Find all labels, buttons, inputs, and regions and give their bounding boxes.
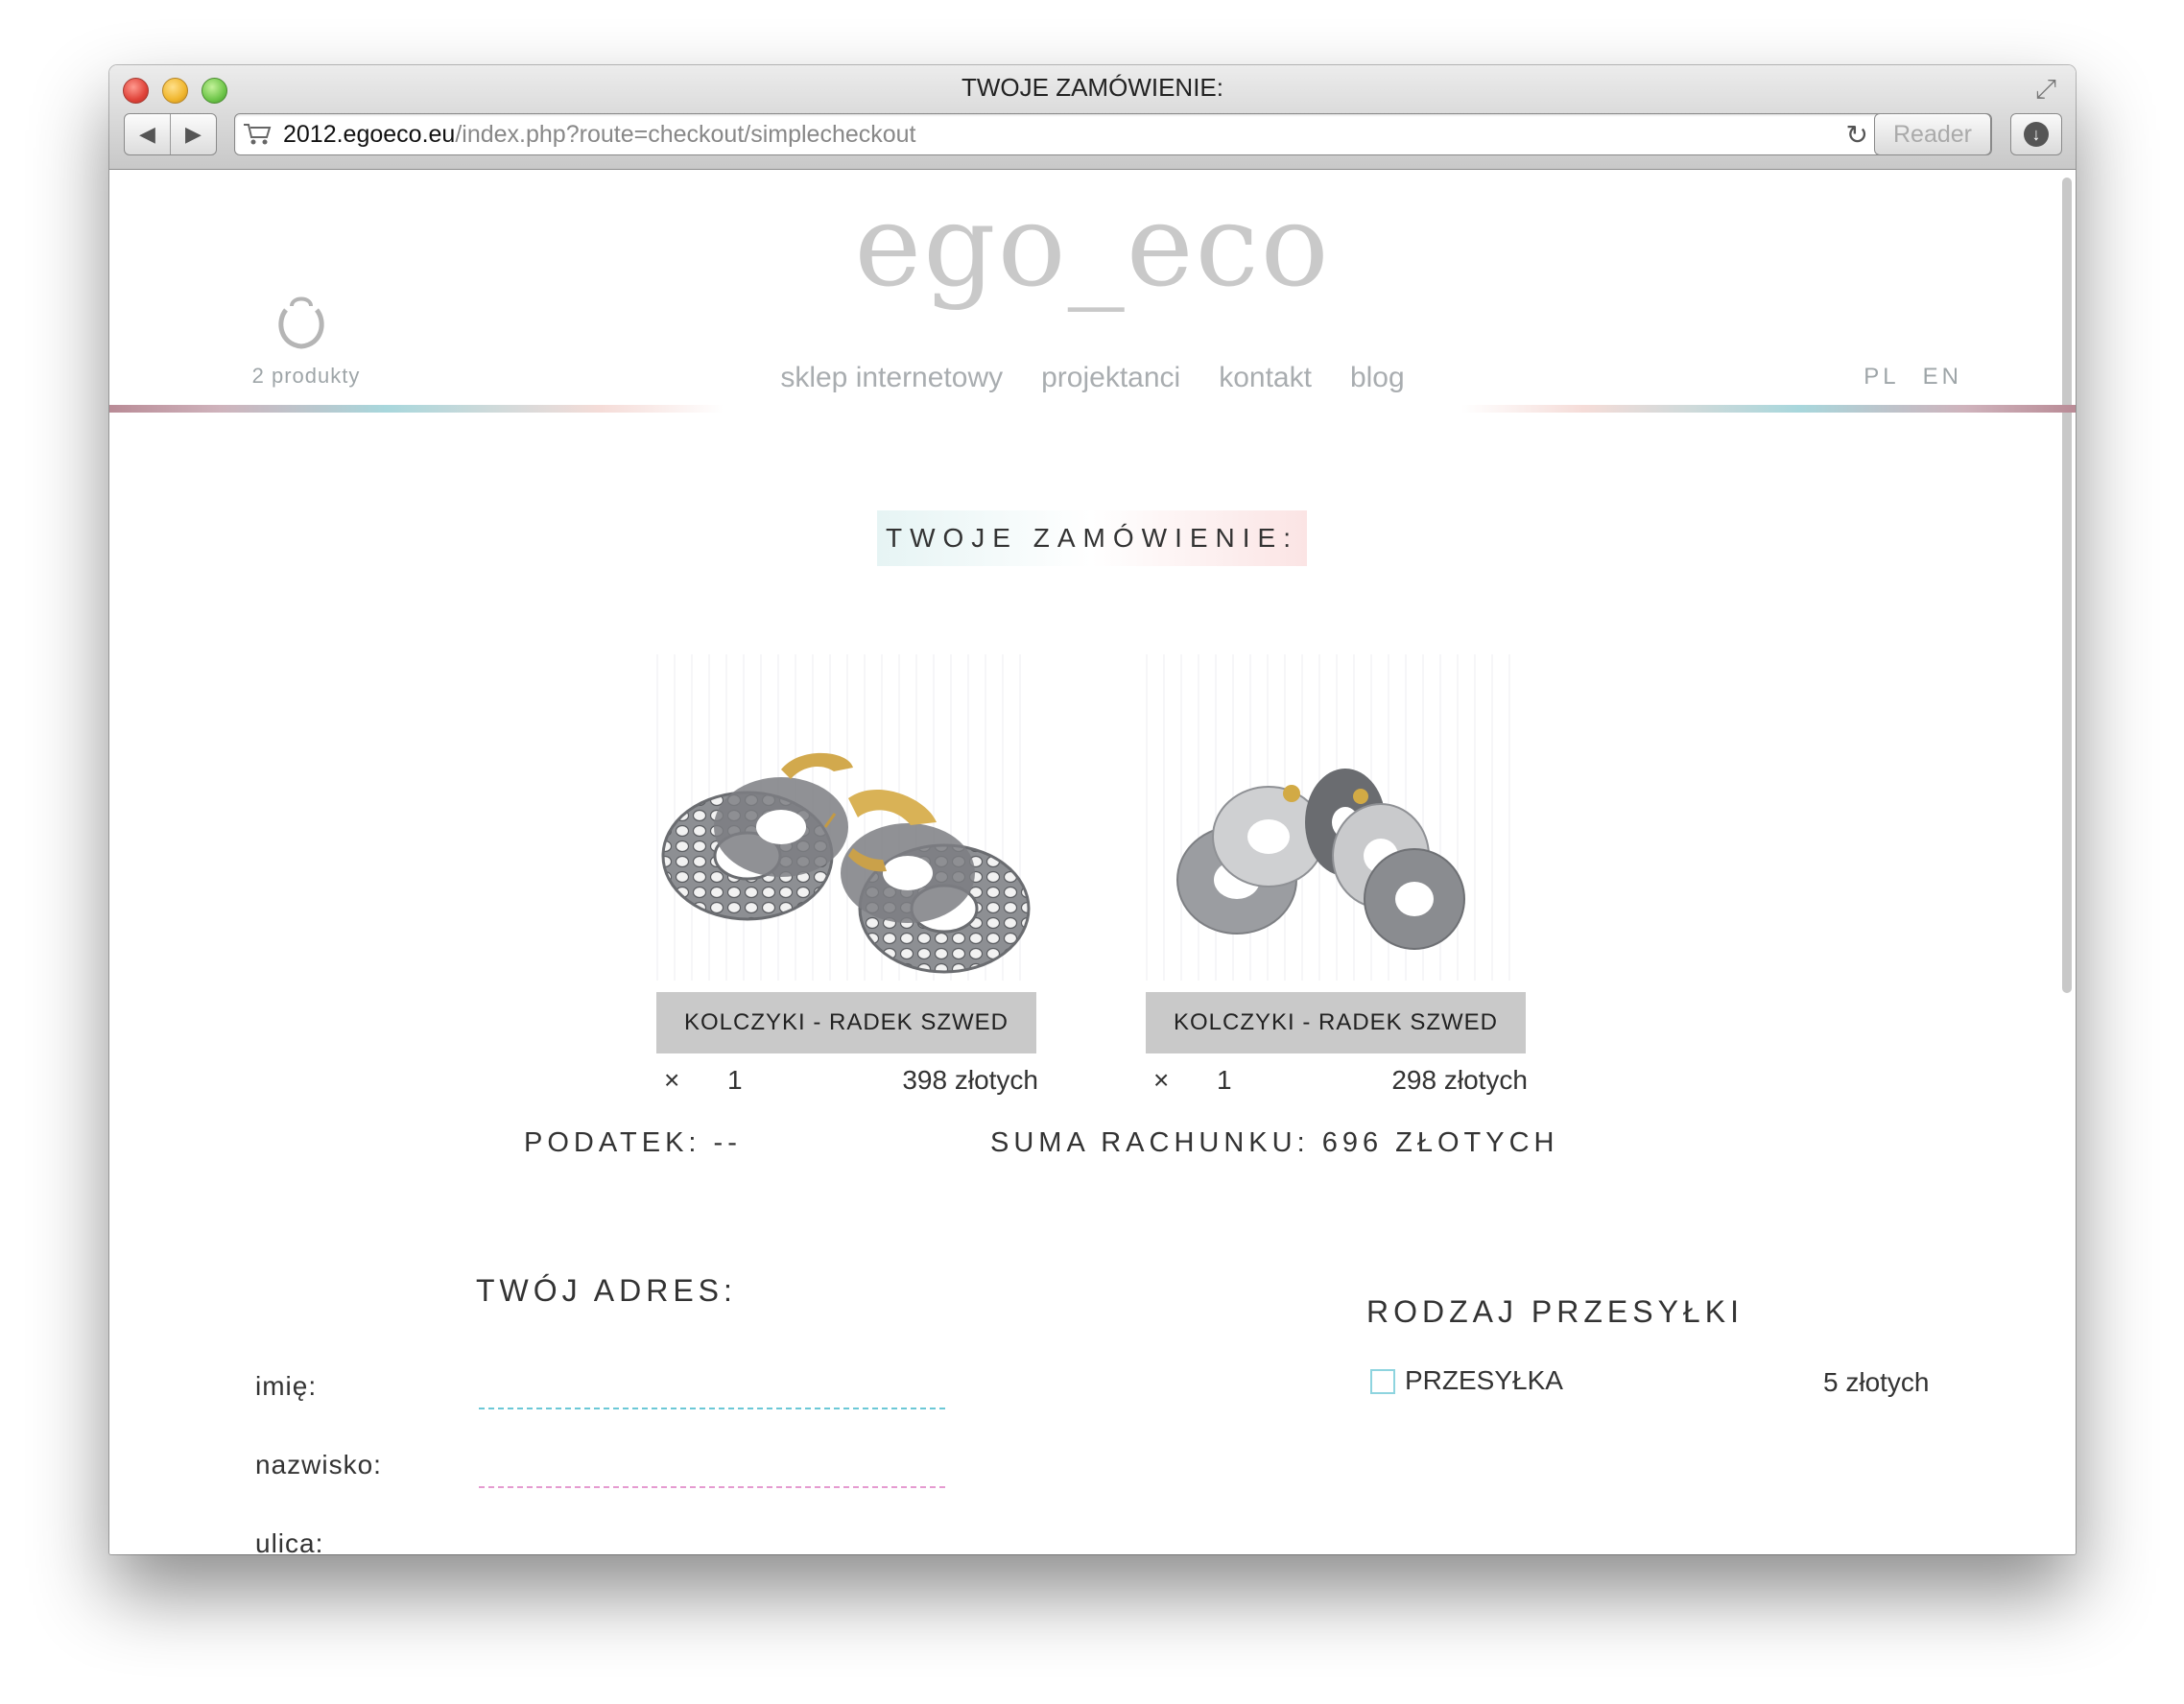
remove-item-button[interactable]: ×: [664, 1065, 679, 1096]
product-price: 298 złotych: [1391, 1065, 1528, 1095]
site-logo[interactable]: ego_eco: [109, 179, 2076, 312]
menu-item-blog[interactable]: blog: [1350, 362, 1405, 393]
shipping-option-price: 5 złotych: [1823, 1367, 1930, 1397]
download-arrow-icon: ↓: [2024, 122, 2049, 147]
product-line: × 1 398 złotych: [664, 1065, 1038, 1100]
street-label: ulica:: [255, 1528, 324, 1554]
first-name-label: imię:: [255, 1371, 318, 1401]
titlebar: TWOJE ZAMÓWIENIE: ⤢ ◀ ▶ 2012.egoeco.eu/i…: [109, 65, 2076, 170]
last-name-label: nazwisko:: [255, 1450, 382, 1479]
shipping-section-title: RODZAJ PRZESYŁKI: [1366, 1294, 1744, 1329]
shipping-option-checkbox[interactable]: [1370, 1369, 1395, 1394]
earrings-image-2: [1176, 769, 1465, 950]
menu-item-shop[interactable]: sklep internetowy: [780, 362, 1003, 393]
shipping-option-label[interactable]: PRZESYŁKA: [1405, 1365, 1563, 1396]
order-total: SUMA RACHUNKU: 696 ZŁOTYCH: [990, 1127, 1559, 1158]
back-button[interactable]: ◀: [125, 114, 170, 154]
cart-favicon-icon: [244, 124, 272, 145]
product-quantity[interactable]: 1: [1217, 1065, 1232, 1096]
last-name-input[interactable]: [479, 1486, 945, 1488]
lang-pl[interactable]: PL: [1864, 364, 1899, 390]
product-line: × 1 298 złotych: [1153, 1065, 1528, 1100]
url-path: /index.php?route=checkout/simplecheckout: [455, 121, 916, 148]
product-image[interactable]: [1146, 654, 1526, 981]
product-quantity[interactable]: 1: [727, 1065, 743, 1096]
reader-button[interactable]: Reader: [1874, 113, 1991, 155]
product-name[interactable]: KOLCZYKI - RADEK SZWED: [1146, 992, 1526, 1053]
order-title: TWOJE ZAMÓWIENIE:: [877, 510, 1307, 566]
url-host: 2012.egoeco.eu: [283, 121, 456, 148]
tax-summary: PODATEK: --: [524, 1127, 742, 1158]
main-menu: sklep internetowy projektanci kontakt blog: [109, 362, 2076, 394]
fullscreen-icon[interactable]: ⤢: [2030, 73, 2062, 106]
browser-window: TWOJE ZAMÓWIENIE: ⤢ ◀ ▶ 2012.egoeco.eu/i…: [109, 65, 2076, 1554]
header-divider-right: [1461, 405, 2076, 413]
window-title: TWOJE ZAMÓWIENIE:: [961, 73, 1223, 102]
address-section-title: TWÓJ ADRES:: [476, 1273, 737, 1308]
forward-button[interactable]: ▶: [170, 114, 216, 154]
earrings-image-1: [661, 752, 1031, 974]
shopping-bag-icon[interactable]: [274, 293, 328, 354]
header-divider-left: [109, 405, 724, 413]
downloads-button[interactable]: ↓: [2010, 113, 2062, 155]
url-text: 2012.egoeco.eu/index.php?route=checkout/…: [283, 120, 916, 149]
page-content: ego_eco 2 produkty sklep internetowy proj…: [109, 170, 2076, 1554]
language-switcher: PL EN: [1840, 364, 1962, 390]
lang-en[interactable]: EN: [1923, 364, 1962, 390]
address-bar[interactable]: 2012.egoeco.eu/index.php?route=checkout/…: [234, 113, 1992, 155]
back-arrow-icon: ◀: [139, 122, 155, 146]
first-name-input[interactable]: [479, 1408, 945, 1409]
product-name[interactable]: KOLCZYKI - RADEK SZWED: [656, 992, 1036, 1053]
product-image[interactable]: [656, 654, 1036, 981]
product-card: KOLCZYKI - RADEK SZWED × 1 298 złotych: [1146, 654, 1528, 1105]
product-price: 398 złotych: [902, 1065, 1038, 1095]
product-card: KOLCZYKI - RADEK SZWED × 1 398 złotych: [656, 654, 1038, 1105]
menu-item-designers[interactable]: projektanci: [1041, 362, 1180, 393]
forward-arrow-icon: ▶: [185, 122, 202, 146]
history-buttons: ◀ ▶: [124, 113, 217, 155]
menu-item-contact[interactable]: kontakt: [1219, 362, 1312, 393]
reload-icon[interactable]: ↻: [1846, 119, 1868, 151]
remove-item-button[interactable]: ×: [1153, 1065, 1169, 1096]
